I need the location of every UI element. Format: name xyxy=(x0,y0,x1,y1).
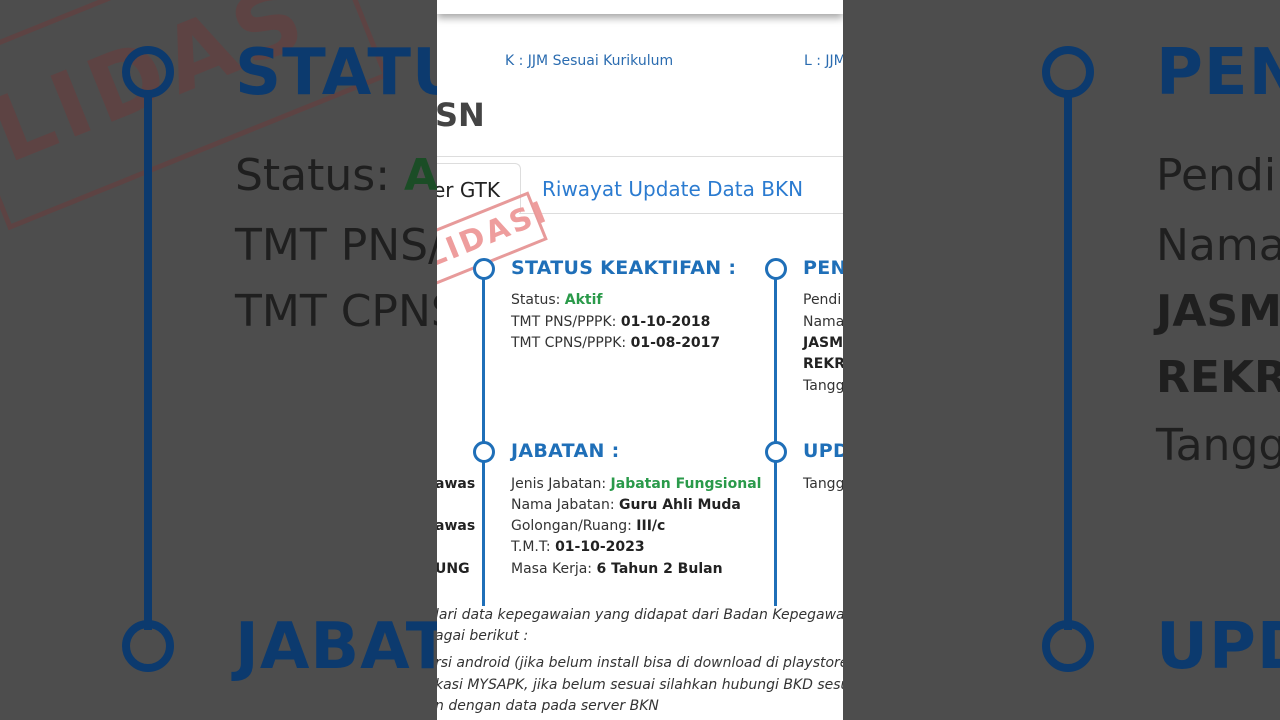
note-line-3: rsi android (jika belum install bisa di … xyxy=(437,655,843,671)
top-bar xyxy=(437,0,843,14)
update-tanggal-row: Tangg xyxy=(803,476,843,492)
timeline-node-status xyxy=(473,258,495,280)
timeline-line xyxy=(144,90,152,630)
status-title: STATUS KEAKTIFAN : xyxy=(511,257,737,279)
tmt-jabatan-value: 01-10-2023 xyxy=(555,539,645,555)
cut-value-2: awas xyxy=(437,518,476,534)
tanggal-row: Tangg xyxy=(803,378,843,394)
blurred-status-line: Status: Ak xyxy=(235,150,437,201)
timeline-node-jabatan xyxy=(473,441,495,463)
main-content: K : JJM Sesuai Kurikulum L : JJM SN er G… xyxy=(437,0,843,720)
blurred-status-label: Status: xyxy=(235,150,405,201)
blurred-tanggal-line: Tangg xyxy=(1156,420,1280,471)
golongan-label: Golongan/Ruang: xyxy=(511,518,632,534)
blurred-heading-update: UPD xyxy=(1156,610,1280,684)
right-blurred-backdrop: PEN Pendi Nama JASMA REKRE Tangg UPD xyxy=(843,0,1280,720)
note-line-5: n dengan data pada server BKN xyxy=(437,698,659,714)
nama-row: Nama xyxy=(803,314,843,330)
nama-jabatan-row: Nama Jabatan: Guru Ahli Muda xyxy=(511,497,741,513)
note-line-1: lari data kepegawaian yang didapat dari … xyxy=(437,607,843,623)
blurred-tmt-cpns: TMT CPNS xyxy=(235,286,437,337)
rekreasi-row: REKRI xyxy=(803,356,843,372)
tab-label: er GTK xyxy=(437,178,500,202)
note-line-4: kasi MYSAPK, jika belum sesuai silahkan … xyxy=(437,677,843,693)
timeline-node xyxy=(122,46,174,98)
tab-riwayat-update-bkn[interactable]: Riwayat Update Data BKN xyxy=(542,177,803,201)
blurred-heading-status: STATU xyxy=(235,36,437,110)
legend-l: L : JJM xyxy=(804,53,843,69)
timeline-node-pendidikan xyxy=(765,258,787,280)
tmt-pns-value: 01-10-2018 xyxy=(620,314,711,330)
timeline-node xyxy=(1042,46,1094,98)
note-line-2: agai berikut : xyxy=(437,628,529,644)
masa-kerja-value: 6 Tahun 2 Bulan xyxy=(596,561,723,577)
blurred-status-value: Ak xyxy=(404,150,437,201)
blurred-heading-jabatan: JABAT xyxy=(235,610,437,684)
blurred-heading-pendidikan: PEN xyxy=(1156,36,1280,110)
timeline-line xyxy=(1064,90,1072,630)
cut-value-3: UNG xyxy=(437,561,470,577)
jenis-jabatan-value: Jabatan Fungsional xyxy=(610,476,762,492)
tmt-cpns-row: TMT CPNS/PPPK: 01-08-2017 xyxy=(511,335,720,351)
blurred-nama-line: Nama xyxy=(1156,220,1280,271)
status-value: Aktif xyxy=(564,292,603,308)
tmt-pns-label: TMT PNS/PPPK: xyxy=(511,314,617,330)
tmt-cpns-value: 01-08-2017 xyxy=(630,335,721,351)
tmt-pns-row: TMT PNS/PPPK: 01-10-2018 xyxy=(511,314,710,330)
update-title: UPD xyxy=(803,440,843,462)
jabatan-title: JABATAN : xyxy=(511,440,620,462)
timeline-node-update xyxy=(765,441,787,463)
blurred-tmt-pns: TMT PNS/ xyxy=(235,220,437,271)
blurred-pendidikan-line: Pendi xyxy=(1156,150,1277,201)
jenis-jabatan-label: Jenis Jabatan: xyxy=(511,476,607,492)
blurred-rekre-line: REKRE xyxy=(1156,352,1280,403)
tmt-jabatan-label: T.M.T: xyxy=(511,539,551,555)
timeline-node xyxy=(1042,620,1094,672)
left-blurred-backdrop: LIDAS STATU Status: Ak TMT PNS/ TMT CPNS… xyxy=(0,0,437,720)
cut-value-1: awas xyxy=(437,476,476,492)
pendidikan-title: PEN xyxy=(803,257,843,279)
jenis-jabatan-row: Jenis Jabatan: Jabatan Fungsional xyxy=(511,476,761,492)
nama-jabatan-value: Guru Ahli Muda xyxy=(619,497,741,513)
pendidikan-row: Pendi xyxy=(803,292,842,308)
divider xyxy=(437,156,843,157)
status-label: Status: xyxy=(511,292,561,308)
tmt-jabatan-row: T.M.T: 01-10-2023 xyxy=(511,539,645,555)
nama-jabatan-label: Nama Jabatan: xyxy=(511,497,615,513)
golongan-row: Golongan/Ruang: III/c xyxy=(511,518,665,534)
masa-kerja-row: Masa Kerja: 6 Tahun 2 Bulan xyxy=(511,561,723,577)
jasmani-row: JASMA xyxy=(803,335,843,351)
timeline-node xyxy=(122,620,174,672)
legend-k: K : JJM Sesuai Kurikulum xyxy=(505,53,674,69)
status-row: Status: Aktif xyxy=(511,292,603,308)
tmt-cpns-label: TMT CPNS/PPPK: xyxy=(511,335,627,351)
masa-kerja-label: Masa Kerja: xyxy=(511,561,593,577)
section-heading: SN xyxy=(437,96,485,134)
golongan-value: III/c xyxy=(636,518,666,534)
blurred-jasmani-line: JASMA xyxy=(1156,286,1280,337)
tab-underline xyxy=(519,213,843,214)
